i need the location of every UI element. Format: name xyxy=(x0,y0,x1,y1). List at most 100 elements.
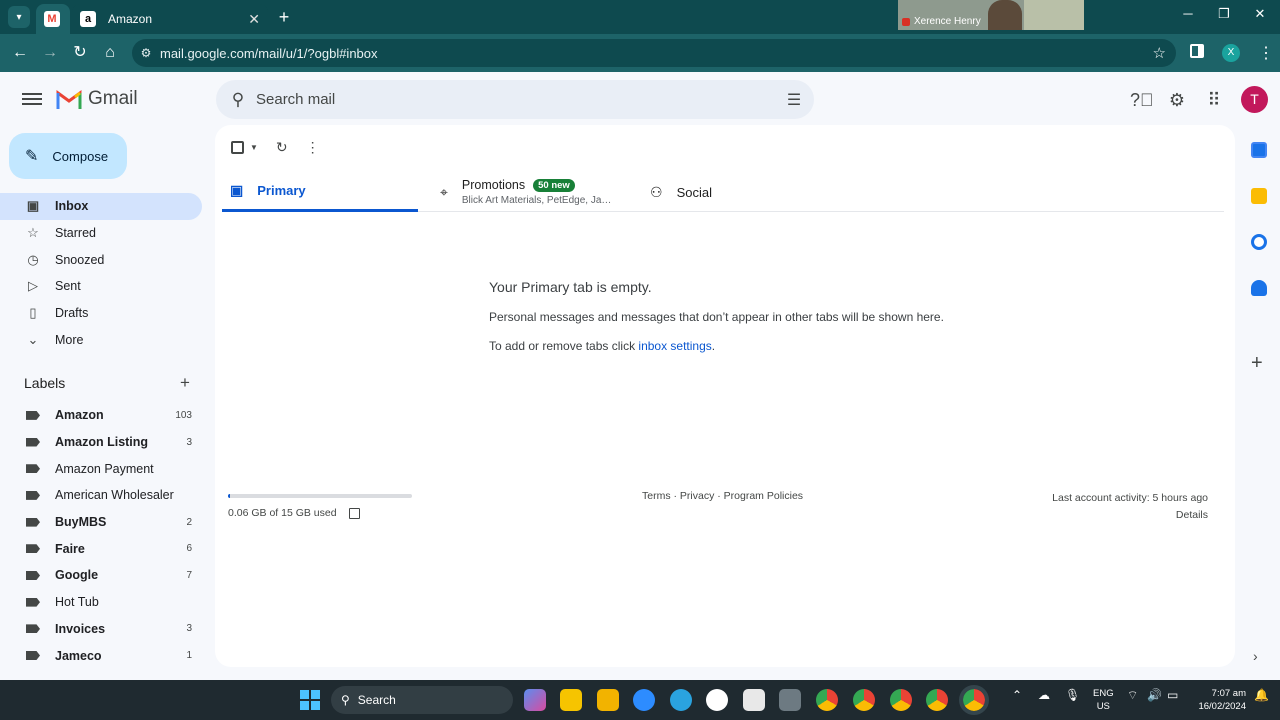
settings-gear-icon[interactable]: ⚙ xyxy=(1166,89,1188,111)
help-icon[interactable]: ?⃝ xyxy=(1130,89,1154,111)
label-item-jameco[interactable]: Jameco 1 xyxy=(0,642,215,669)
tab-search-button[interactable]: ▾ xyxy=(8,6,30,28)
select-dropdown-icon[interactable]: ▼ xyxy=(250,143,258,152)
file-explorer-icon[interactable] xyxy=(597,689,619,711)
browser-tab-gmail[interactable]: M xyxy=(36,4,70,34)
browser-profile-avatar[interactable]: X xyxy=(1222,44,1240,62)
show-hidden-icons[interactable]: ⌃ xyxy=(1012,688,1022,702)
storage-meter-fill xyxy=(228,494,230,498)
tab-social[interactable]: ⚇ Social xyxy=(650,172,850,212)
gmail-logo[interactable]: Gmail xyxy=(56,88,138,110)
telegram-icon[interactable] xyxy=(670,689,692,711)
zoom-icon[interactable] xyxy=(633,689,655,711)
label-item-hot-tub[interactable]: Hot Tub xyxy=(0,589,215,616)
bookmark-star-icon[interactable]: ☆ xyxy=(1153,44,1166,62)
label-tag-icon xyxy=(26,624,40,634)
battery-icon[interactable]: ▭ xyxy=(1167,688,1178,702)
label-item-american-wholesaler[interactable]: American Wholesaler xyxy=(0,482,215,509)
create-label-icon[interactable]: + xyxy=(180,373,190,393)
main-menu-icon[interactable] xyxy=(22,90,42,108)
slack-icon[interactable] xyxy=(706,689,728,711)
contacts-icon[interactable] xyxy=(1251,280,1267,296)
sticky-notes-icon[interactable] xyxy=(560,689,582,711)
label-tag-icon xyxy=(26,410,40,420)
tab-primary[interactable]: ▣ Primary xyxy=(222,172,418,212)
apps-grid-icon[interactable]: ⠿ xyxy=(1203,89,1225,111)
new-tab-button[interactable]: + xyxy=(274,7,294,27)
storage-usage-text: 0.06 GB of 15 GB used xyxy=(228,507,337,519)
back-icon[interactable]: ← xyxy=(10,43,30,63)
reload-icon[interactable]: ↻ xyxy=(70,43,90,63)
keep-icon[interactable] xyxy=(1251,188,1267,204)
open-in-new-icon[interactable] xyxy=(348,507,360,519)
site-info-icon[interactable]: ⚙ xyxy=(132,46,160,60)
url-text[interactable]: mail.google.com/mail/u/1/?ogbl#inbox xyxy=(160,46,378,61)
browser-menu-icon[interactable]: ⋮ xyxy=(1258,43,1274,63)
calendar-icon[interactable] xyxy=(1251,142,1267,158)
notifications-icon[interactable]: 🔔 xyxy=(1254,688,1269,702)
video-call-preview[interactable]: Xerence Henry xyxy=(898,0,1084,30)
new-count-badge: 50 new xyxy=(533,178,575,192)
close-tab-icon[interactable]: ✕ xyxy=(248,11,260,28)
label-item-faire[interactable]: Faire 6 xyxy=(0,535,215,562)
browser-tab-amazon[interactable]: a Amazon ✕ xyxy=(72,4,268,34)
label-item-invoices[interactable]: Invoices 3 xyxy=(0,616,215,643)
search-input[interactable]: Search mail xyxy=(256,91,774,108)
refresh-icon[interactable]: ↻ xyxy=(276,139,288,156)
label-item-buymbs[interactable]: BuyMBS 2 xyxy=(0,509,215,536)
home-icon[interactable]: ⌂ xyxy=(100,43,120,63)
footer-links[interactable]: Terms · Privacy · Program Policies xyxy=(642,490,803,502)
nav-item-snoozed[interactable]: ◷ Snoozed xyxy=(0,246,215,273)
microphone-icon[interactable]: 🎙 xyxy=(1065,688,1080,702)
clock[interactable]: 7:07 am 16/02/2024 xyxy=(1192,687,1246,713)
onedrive-icon[interactable]: ☁ xyxy=(1038,688,1050,702)
volume-icon[interactable]: 🔊 xyxy=(1147,688,1162,702)
taskbar-search[interactable]: ⚲ Search xyxy=(331,686,513,714)
label-tag-icon xyxy=(26,570,40,580)
label-item-amazon-payment[interactable]: Amazon Payment xyxy=(0,455,215,482)
chrome-icon[interactable] xyxy=(890,689,912,711)
chrome-icon[interactable] xyxy=(816,689,838,711)
language-indicator[interactable]: ENG US xyxy=(1093,687,1114,713)
nav-item-inbox[interactable]: ▣ Inbox xyxy=(0,193,202,220)
nav-item-sent[interactable]: ▷ Sent xyxy=(0,273,215,300)
more-actions-icon[interactable]: ⋮ xyxy=(306,139,320,156)
calculator-icon[interactable] xyxy=(779,689,801,711)
label-count: 3 xyxy=(186,436,192,448)
chrome-icon[interactable] xyxy=(853,689,875,711)
windows-start-icon[interactable] xyxy=(300,690,320,710)
minimize-icon[interactable]: ─ xyxy=(1178,6,1198,21)
forward-icon[interactable]: → xyxy=(40,43,60,63)
get-addons-icon[interactable]: + xyxy=(1251,352,1263,375)
label-item-google[interactable]: Google 7 xyxy=(0,562,215,589)
select-all-checkbox[interactable] xyxy=(231,141,244,154)
search-bar[interactable]: ⚲ Search mail ☰ xyxy=(216,80,814,119)
inbox-settings-link[interactable]: inbox settings xyxy=(638,339,711,353)
video-participant-name: Xerence Henry xyxy=(902,16,981,27)
activity-details-link[interactable]: Details xyxy=(1052,507,1208,524)
inbox-icon: ▣ xyxy=(26,198,40,214)
address-bar[interactable]: ⚙ mail.google.com/mail/u/1/?ogbl#inbox ☆ xyxy=(132,39,1176,67)
nav-item-starred[interactable]: ☆ Starred xyxy=(0,220,215,247)
search-options-icon[interactable]: ☰ xyxy=(774,90,814,110)
wifi-icon[interactable]: ⌔ xyxy=(1127,688,1138,703)
compose-button[interactable]: ✎ Compose xyxy=(9,133,127,179)
search-icon[interactable]: ⚲ xyxy=(216,90,256,110)
amazon-favicon-icon: a xyxy=(80,11,96,27)
snipping-tool-icon[interactable] xyxy=(743,689,765,711)
tab-promotions[interactable]: ⌖ Promotions 50 new Blick Art Materials,… xyxy=(440,172,640,212)
side-panel-icon[interactable] xyxy=(1190,44,1204,58)
close-window-icon[interactable]: ✕ xyxy=(1250,6,1270,22)
label-item-amazon-listing[interactable]: Amazon Listing 3 xyxy=(0,429,215,456)
restore-icon[interactable]: ❐ xyxy=(1214,6,1234,22)
chrome-active-icon[interactable] xyxy=(959,685,989,715)
chrome-icon[interactable] xyxy=(926,689,948,711)
video-participant xyxy=(988,0,1022,30)
nav-item-more[interactable]: ⌄ More xyxy=(0,326,215,353)
account-avatar[interactable]: T xyxy=(1241,86,1268,113)
tasks-icon[interactable] xyxy=(1251,234,1267,250)
nav-item-drafts[interactable]: ▯ Drafts xyxy=(0,300,215,327)
label-item-amazon[interactable]: Amazon 103 xyxy=(0,402,215,429)
show-side-panel-icon[interactable]: › xyxy=(1253,648,1258,664)
copilot-icon[interactable] xyxy=(524,689,546,711)
